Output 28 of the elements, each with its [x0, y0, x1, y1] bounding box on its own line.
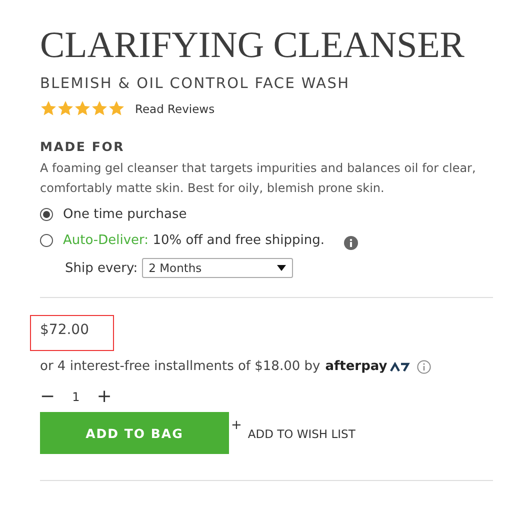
installments-text: or 4 interest-free installments of $18.00 by [40, 359, 320, 374]
ship-frequency-dropdown[interactable]: 2 Months [142, 258, 293, 278]
star-icon [108, 100, 125, 117]
option-label: Auto-Deliver: 10% off and free shipping. [63, 232, 324, 248]
section-heading: MADE FOR [40, 139, 126, 154]
caret-icon [276, 265, 286, 271]
radio-button[interactable] [40, 234, 53, 246]
product-title: CLARIFYING CLEANSER [40, 24, 464, 68]
star-icon [40, 100, 57, 117]
increase-button[interactable]: + [96, 388, 112, 406]
option-label: One time purchase [63, 206, 187, 222]
star-icon [57, 100, 74, 117]
product-description: A foaming gel cleanser that targets impurities and balances oil for clear, comfortably matte skin. Best for oily, blemish prone skin. [40, 160, 477, 197]
afterpay-logo-icon [390, 362, 410, 372]
decrease-button[interactable]: − [40, 388, 56, 406]
plus-icon[interactable]: + [231, 418, 242, 432]
add-to-wish-list-link[interactable]: ADD TO WISH LIST [248, 426, 356, 440]
price: $72.00 [30, 315, 114, 351]
info-icon[interactable] [344, 236, 358, 250]
afterpay-wordmark: afterpay [325, 359, 388, 374]
info-icon[interactable] [417, 360, 432, 374]
product-subtitle: BLEMISH & OIL CONTROL FACE WASH [40, 76, 351, 92]
quantity-value[interactable]: 1 [72, 390, 80, 404]
read-reviews-link[interactable]: Read Reviews [135, 102, 215, 116]
star-icon [74, 100, 91, 117]
star-icon [91, 100, 108, 117]
ship-every-label: Ship every: [65, 260, 138, 276]
radio-button[interactable] [40, 208, 53, 220]
